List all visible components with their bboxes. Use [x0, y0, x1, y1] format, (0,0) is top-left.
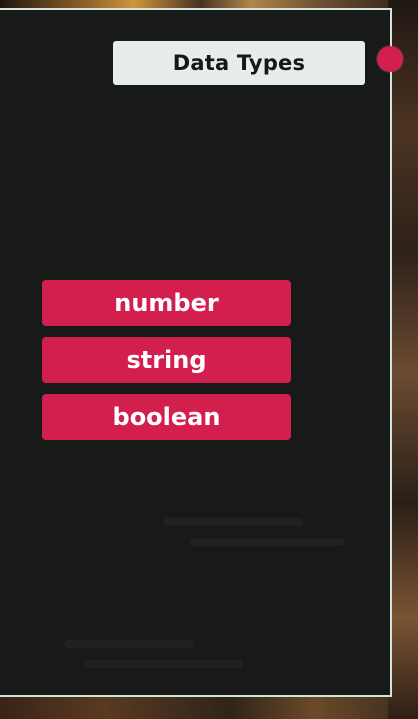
type-label-boolean: boolean [112, 403, 221, 431]
faint-reflection [83, 660, 243, 668]
type-pill-string: string [42, 337, 291, 383]
title-banner: Data Types [113, 41, 365, 85]
type-pill-boolean: boolean [42, 394, 291, 440]
faint-reflection [64, 640, 194, 648]
video-frame: Data Types number string boolean [0, 0, 418, 719]
record-indicator-dot [377, 46, 403, 72]
type-label-string: string [126, 346, 207, 374]
data-type-list: number string boolean [42, 280, 291, 440]
type-label-number: number [114, 289, 219, 317]
type-pill-number: number [42, 280, 291, 326]
faint-reflection [190, 538, 345, 546]
background-right-strip [388, 0, 418, 719]
faint-reflection [163, 518, 303, 526]
page-title: Data Types [172, 51, 306, 75]
